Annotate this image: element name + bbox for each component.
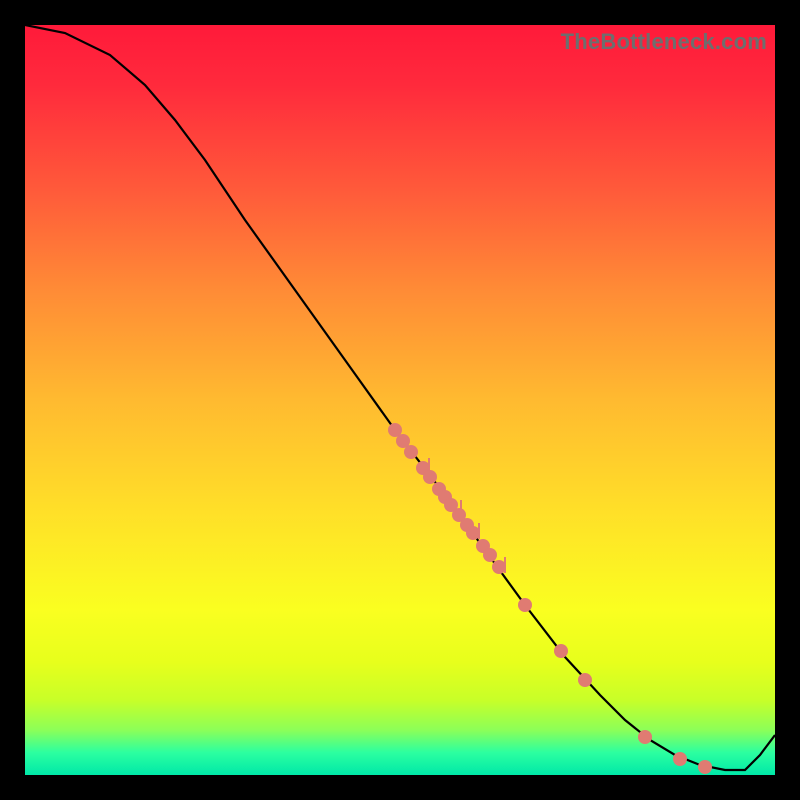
data-marker (578, 673, 592, 687)
data-marker (698, 760, 712, 774)
data-marker (483, 548, 497, 562)
plot-area: TheBottleneck.com (25, 25, 775, 775)
data-marker (673, 752, 687, 766)
marker-dots-group (388, 423, 712, 774)
data-marker (638, 730, 652, 744)
bottleneck-curve (25, 25, 775, 770)
data-marker (518, 598, 532, 612)
data-marker (466, 526, 480, 540)
data-marker (554, 644, 568, 658)
data-marker (404, 445, 418, 459)
data-marker (492, 560, 506, 574)
chart-frame: TheBottleneck.com (0, 0, 800, 800)
chart-svg (25, 25, 775, 775)
data-marker (423, 470, 437, 484)
